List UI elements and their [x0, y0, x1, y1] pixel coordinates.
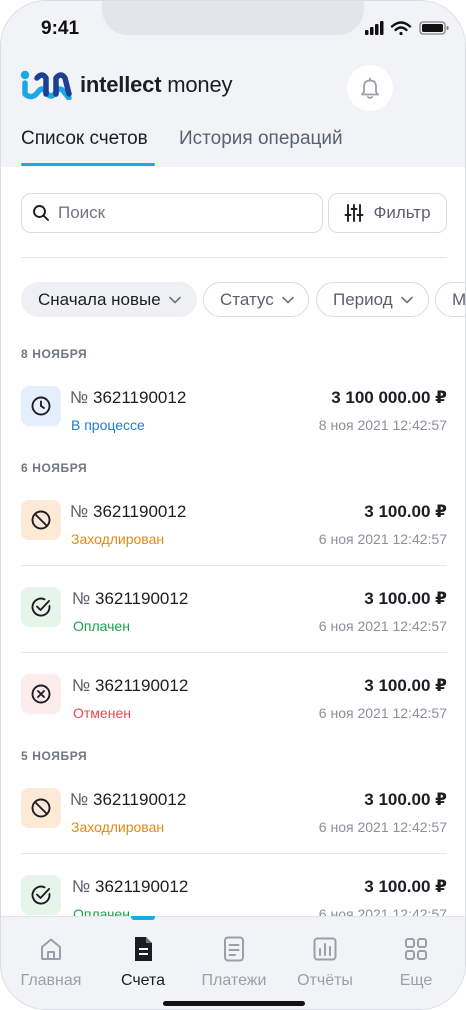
signal-icon	[365, 21, 384, 35]
nav-home[interactable]: Главная	[6, 935, 96, 990]
more-grid-icon	[405, 938, 427, 960]
check-circle-icon	[31, 885, 51, 905]
app-screen: 9:41 intellect money Список счетов Истор…	[0, 0, 466, 1010]
status-icon-paid	[21, 587, 61, 627]
invoice-status: Отменен	[73, 705, 131, 721]
check-circle-icon	[31, 597, 51, 617]
row-divider	[21, 853, 447, 854]
row-divider	[21, 565, 447, 566]
invoice-date: 6 ноя 2021 12:42:57	[318, 819, 447, 835]
date-group-header: 5 НОЯБРЯ	[21, 749, 88, 763]
nav-label: Платежи	[201, 972, 267, 989]
invoice-row[interactable]: № 3621190012 В процессе 3 100 000.00 ₽ 8…	[1, 386, 465, 466]
chevron-down-icon	[400, 296, 413, 303]
invoice-status: В процессе	[71, 417, 145, 433]
divider	[21, 257, 447, 258]
invoice-row[interactable]: № 3621190012 Заходлирован 3 100.00 ₽ 6 н…	[1, 500, 465, 580]
logo-mark-icon	[20, 70, 72, 100]
home-icon	[41, 938, 61, 960]
tab-invoice-list[interactable]: Список счетов	[21, 128, 148, 150]
payments-icon	[224, 936, 244, 962]
nav-label: Счета	[120, 972, 166, 989]
chip-label: Статус	[220, 289, 274, 309]
header-area: 9:41 intellect money Список счетов Истор…	[1, 1, 465, 167]
tab-operations-history[interactable]: История операций	[179, 128, 343, 150]
invoice-amount: 3 100.00 ₽	[364, 790, 447, 809]
invoice-number: № 3621190012	[70, 388, 187, 407]
status-icon-hold	[21, 788, 61, 828]
invoice-date: 6 ноя 2021 12:42:57	[318, 705, 447, 721]
invoice-amount: 3 100 000.00 ₽	[331, 388, 447, 407]
logo-text: intellect money	[80, 72, 233, 97]
search-input[interactable]	[58, 203, 298, 223]
blocked-icon	[31, 798, 51, 818]
invoice-date: 8 ноя 2021 12:42:57	[318, 417, 447, 433]
active-tab-indicator	[21, 163, 155, 166]
chip-status[interactable]: Статус	[203, 282, 309, 317]
invoice-status: Оплачен	[73, 618, 130, 634]
status-bar-icons	[365, 21, 449, 36]
invoice-date: 6 ноя 2021 12:42:57	[318, 531, 447, 547]
row-divider	[21, 652, 447, 653]
reports-icon	[313, 937, 337, 961]
cancel-circle-icon	[31, 684, 51, 704]
invoice-status: Заходлирован	[71, 531, 165, 547]
invoice-amount: 3 100.00 ₽	[364, 877, 447, 896]
nav-label: Еще	[399, 972, 433, 989]
sort-filter-chips: Сначала новые Статус Период М	[21, 282, 466, 317]
nav-label: Отчёты	[297, 972, 353, 989]
date-group-header: 8 НОЯБРЯ	[21, 347, 88, 361]
search-field[interactable]	[21, 193, 323, 233]
intellect-money-logo: intellect money	[20, 69, 232, 101]
battery-icon	[419, 21, 449, 35]
invoice-number: № 3621190012	[72, 676, 189, 695]
invoice-number: № 3621190012	[72, 589, 189, 608]
nav-more[interactable]: Еще	[371, 935, 461, 990]
device-notch	[102, 1, 364, 35]
invoice-amount: 3 100.00 ₽	[364, 502, 447, 521]
invoice-row[interactable]: № 3621190012 Отменен 3 100.00 ₽ 6 ноя 20…	[1, 674, 465, 754]
home-indicator	[163, 1001, 305, 1006]
status-icon-cancelled	[21, 674, 61, 714]
bottom-navigation: Главная Счета Платежи Отчёты Еще	[1, 916, 465, 1009]
invoice-status: Заходлирован	[71, 819, 165, 835]
chip-label: Сначала новые	[38, 289, 161, 309]
active-nav-indicator	[131, 916, 155, 920]
chip-sort-newest[interactable]: Сначала новые	[21, 282, 197, 317]
wifi-icon	[390, 21, 412, 36]
search-icon	[33, 205, 49, 221]
filter-button-label: Фильтр	[373, 203, 431, 222]
invoice-icon	[135, 937, 152, 961]
invoice-date: 6 ноя 2021 12:42:57	[318, 618, 447, 634]
chip-more[interactable]: М	[435, 282, 466, 317]
clock-icon	[31, 396, 51, 416]
nav-invoices[interactable]: Счета	[98, 935, 188, 990]
chip-label: Период	[333, 289, 393, 309]
notifications-button[interactable]	[347, 65, 393, 111]
nav-payments[interactable]: Платежи	[189, 935, 279, 990]
status-icon-hold	[21, 500, 61, 540]
status-icon-paid	[21, 875, 61, 915]
invoice-row[interactable]: № 3621190012 Оплачен 3 100.00 ₽ 6 ноя 20…	[1, 587, 465, 667]
blocked-icon	[31, 510, 51, 530]
invoice-number: № 3621190012	[70, 790, 187, 809]
sliders-icon	[344, 204, 364, 222]
chevron-down-icon	[168, 296, 181, 303]
invoice-number: № 3621190012	[70, 502, 187, 521]
nav-reports[interactable]: Отчёты	[280, 935, 370, 990]
invoice-number: № 3621190012	[72, 877, 189, 896]
chip-label: М	[452, 289, 466, 309]
date-group-header: 6 НОЯБРЯ	[21, 461, 88, 475]
filter-button[interactable]: Фильтр	[328, 193, 447, 233]
nav-label: Главная	[20, 972, 82, 989]
status-time: 9:41	[41, 18, 80, 39]
chevron-down-icon	[281, 296, 294, 303]
status-icon-pending	[21, 386, 61, 426]
invoice-amount: 3 100.00 ₽	[364, 676, 447, 695]
invoice-amount: 3 100.00 ₽	[364, 589, 447, 608]
invoice-row[interactable]: № 3621190012 Заходлирован 3 100.00 ₽ 6 н…	[1, 788, 465, 868]
chip-period[interactable]: Период	[316, 282, 429, 317]
bell-icon	[361, 77, 379, 99]
